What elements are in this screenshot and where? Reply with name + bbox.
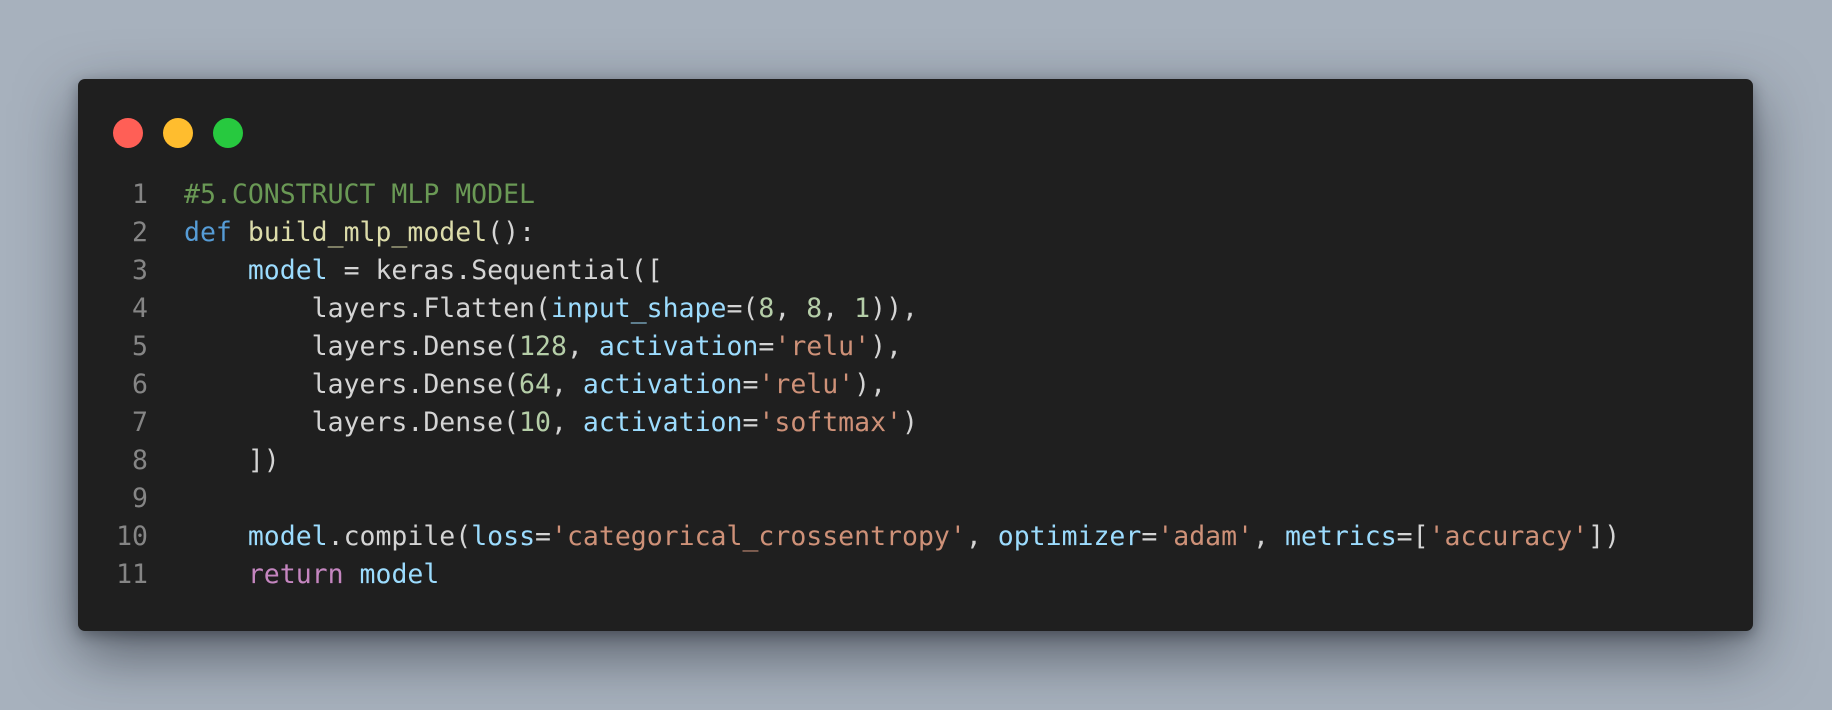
code-line: 2 def build_mlp_model():: [78, 214, 1620, 252]
code-token-plain: ,: [822, 293, 855, 324]
code-token-number: 64: [519, 369, 551, 400]
code-token-variable: activation: [598, 331, 759, 362]
code-token-plain: ]): [1588, 521, 1621, 552]
code-token-plain: .compile(: [327, 521, 472, 552]
code-token-plain: ,: [566, 331, 599, 362]
line-number: 3: [132, 255, 148, 286]
code-token-number: 8: [806, 293, 823, 324]
line-source: layers.Dense(128, activation='relu'),: [184, 328, 902, 366]
code-token-string: 'softmax': [758, 407, 902, 438]
line-source: model.compile(loss='categorical_crossent…: [184, 518, 1620, 556]
code-token-variable: activation: [582, 369, 743, 400]
code-token-plain: =(: [726, 293, 759, 324]
code-line: 1 #5.CONSTRUCT MLP MODEL: [78, 176, 1620, 214]
code-token-plain: =: [535, 521, 551, 552]
code-token-plain: ,: [1253, 521, 1285, 552]
code-token-keyword: def: [184, 217, 232, 248]
code-line: 5 layers.Dense(128, activation='relu'),: [78, 328, 1620, 366]
code-token-plain: layers.Dense(: [184, 369, 520, 400]
code-token-control: return: [247, 559, 344, 590]
code-token-plain: =: [758, 331, 775, 362]
line-number: 9: [132, 483, 148, 514]
line-source: return model: [184, 556, 439, 594]
code-token-plain: )),: [870, 293, 918, 324]
minimize-window-button[interactable]: [163, 118, 193, 148]
line-number: 1: [132, 179, 148, 210]
code-line: 7 layers.Dense(10, activation='softmax'): [78, 404, 1620, 442]
maximize-window-button[interactable]: [213, 118, 243, 148]
code-token-plain: =[: [1396, 521, 1429, 552]
code-token-plain: ,: [550, 407, 583, 438]
code-token-variable: input_shape: [550, 293, 727, 324]
line-number: 6: [132, 369, 148, 400]
line-number: 4: [132, 293, 148, 324]
code-token-comment: #5.CONSTRUCT MLP MODEL: [184, 179, 535, 210]
line-source: layers.Dense(10, activation='softmax'): [184, 404, 918, 442]
code-token-variable: loss: [471, 521, 536, 552]
code-token-string: 'accuracy': [1428, 521, 1589, 552]
code-block: 1 #5.CONSTRUCT MLP MODEL 2 def build_mlp_mo…: [78, 176, 1620, 594]
code-line: 8 ]): [78, 442, 1620, 480]
code-token-variable: model: [247, 255, 328, 286]
code-window: 1 #5.CONSTRUCT MLP MODEL 2 def build_mlp_mo…: [78, 79, 1753, 631]
code-token-plain: =: [742, 407, 759, 438]
code-line: 11 return model: [78, 556, 1620, 594]
close-window-button[interactable]: [113, 118, 143, 148]
code-token-variable: model: [359, 559, 440, 590]
line-number: 5: [132, 331, 148, 362]
line-number: 11: [116, 559, 148, 590]
code-token-variable: metrics: [1284, 521, 1397, 552]
code-line: 9: [78, 480, 1620, 518]
line-number: 7: [132, 407, 148, 438]
code-token-plain: ): [902, 407, 918, 438]
line-number: 10: [116, 521, 148, 552]
line-number: 8: [132, 445, 148, 476]
line-source: layers.Flatten(input_shape=(8, 8, 1)),: [184, 290, 918, 328]
code-token-plain: layers.Dense(: [184, 331, 520, 362]
line-source: model = keras.Sequential([: [184, 252, 663, 290]
code-line: 10 model.compile(loss='categorical_cross…: [78, 518, 1620, 556]
code-token-string: 'relu': [774, 331, 871, 362]
code-token-number: 1: [854, 293, 871, 324]
code-token-string: 'categorical_crossentropy': [551, 521, 966, 552]
code-token-function: build_mlp_model: [247, 217, 488, 248]
code-token-plain: =: [742, 369, 759, 400]
code-token-plain: ():: [487, 217, 536, 248]
code-token-plain: layers.Flatten(: [184, 293, 551, 324]
line-source: def build_mlp_model():: [184, 214, 535, 252]
line-source: ]): [184, 442, 280, 480]
line-source: layers.Dense(64, activation='relu'),: [184, 366, 886, 404]
code-token-plain: ),: [870, 331, 903, 362]
code-token-plain: layers.Dense(: [184, 407, 520, 438]
code-token-number: 10: [519, 407, 551, 438]
line-source: #5.CONSTRUCT MLP MODEL: [184, 176, 535, 214]
code-token-plain: ,: [965, 521, 998, 552]
code-token-string: 'adam': [1157, 521, 1254, 552]
code-token-variable: optimizer: [997, 521, 1142, 552]
code-token-plain: =: [1141, 521, 1158, 552]
code-token-plain: ,: [550, 369, 583, 400]
line-number: 2: [132, 217, 148, 248]
code-token-variable: activation: [582, 407, 743, 438]
code-token-string: 'relu': [758, 369, 855, 400]
code-line: 3 model = keras.Sequential([: [78, 252, 1620, 290]
code-token-number: 8: [758, 293, 775, 324]
code-token-plain: ]): [184, 445, 280, 476]
code-line: 4 layers.Flatten(input_shape=(8, 8, 1)),: [78, 290, 1620, 328]
code-token-number: 128: [519, 331, 567, 362]
code-token-plain: ),: [854, 369, 887, 400]
code-token-plain: ,: [774, 293, 807, 324]
code-token-variable: model: [247, 521, 328, 552]
code-token-plain: = keras.Sequential([: [327, 255, 663, 286]
code-line: 6 layers.Dense(64, activation='relu'),: [78, 366, 1620, 404]
